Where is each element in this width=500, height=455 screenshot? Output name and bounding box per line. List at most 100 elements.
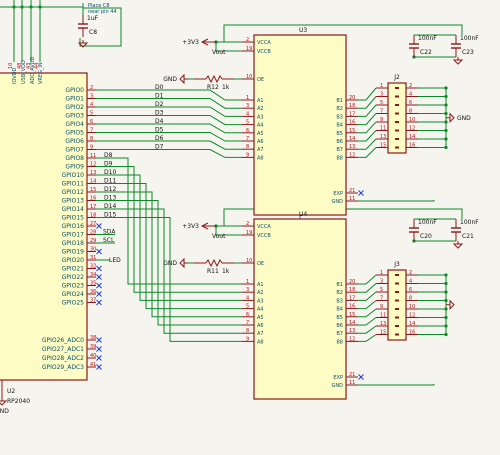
net-label: D5 <box>155 127 164 134</box>
gpio-pin-label: GPIO0 <box>65 87 84 94</box>
pin-number: 12 <box>90 162 96 168</box>
resistor <box>205 258 223 268</box>
pin-number: 1 <box>380 270 383 276</box>
junction-dot <box>444 273 448 277</box>
gnd-label: GND <box>163 260 177 267</box>
adc-pin-label: GPIO29_ADC3 <box>42 364 84 371</box>
power-label: +3V3 <box>182 223 199 230</box>
pin-number: 2 <box>409 270 412 276</box>
pin-number: 16 <box>409 143 415 149</box>
pin-number: 10 <box>246 74 252 80</box>
connector-pin <box>395 316 399 319</box>
pin-number: 15 <box>380 143 386 149</box>
pin-number: 31 <box>90 255 96 261</box>
connector-body <box>387 82 407 154</box>
wire <box>96 191 242 318</box>
pin-name: A1 <box>257 282 264 288</box>
pin-number: 3 <box>246 103 249 109</box>
gpio-pin-label: GPIO22 <box>62 274 85 281</box>
pin-number: 13 <box>349 328 355 334</box>
gpio-pin-label: GPIO9 <box>65 164 84 171</box>
junction-dot <box>444 281 448 286</box>
wire <box>358 334 377 342</box>
gpio-pin-label: GPIO7 <box>65 147 84 154</box>
pin-number: 5 <box>380 100 383 106</box>
gpio-pin-label: GPIO13 <box>62 198 85 205</box>
level-shifter-ref: U3 <box>299 27 307 34</box>
pin-name: GND <box>332 383 344 389</box>
pin-number: 14 <box>349 136 355 142</box>
pin-name: GND <box>332 199 344 205</box>
capacitor-ref: C8 <box>89 29 97 36</box>
pin-name: A5 <box>257 315 264 321</box>
connector-pin <box>395 138 399 140</box>
pin-number: 2 <box>409 83 412 89</box>
junction-dot <box>444 111 448 116</box>
pin-number: 7 <box>246 136 249 142</box>
gpio-pin-label: GPIO11 <box>62 181 85 188</box>
pin-name: OE <box>257 261 264 267</box>
pin-name: B1 <box>336 282 343 288</box>
pin-number: 5 <box>90 111 93 117</box>
pin-name: A3 <box>257 298 264 304</box>
gpio-pin-label: GPIO19 <box>62 249 85 256</box>
pin-number: 7 <box>246 320 249 326</box>
gpio-pin-label: GPIO10 <box>62 172 85 179</box>
net-label: D0 <box>155 84 164 91</box>
pin-number: 14 <box>409 134 415 140</box>
net-label: D10 <box>104 169 116 176</box>
wire <box>96 106 242 117</box>
pin-number: 6 <box>246 128 249 134</box>
connector-pin <box>395 95 399 98</box>
pin-number: 21 <box>349 188 355 194</box>
wire <box>96 149 242 158</box>
pin-number: 13 <box>349 144 355 150</box>
resistor-ref: R11 <box>207 268 219 275</box>
pin-name: A6 <box>257 323 264 329</box>
pin-name: B1 <box>336 98 343 104</box>
capacitor-value: 1uF <box>87 15 99 22</box>
pin-name: B2 <box>336 106 343 112</box>
pin-name: VCCB <box>257 49 271 55</box>
gpio-pin-label: GPIO2 <box>65 104 84 111</box>
adc-pin-label: GPIO28_ADC2 <box>42 355 84 362</box>
pin-number: 11 <box>349 380 355 386</box>
wire <box>96 166 242 293</box>
wire <box>358 200 435 202</box>
pin-number: 36 <box>90 289 96 295</box>
gpio-pin-label: GPIO23 <box>62 283 85 290</box>
junction-dot <box>444 94 448 99</box>
junction-dot <box>444 145 448 150</box>
pin-number: 10 <box>409 304 415 310</box>
pin-name: A4 <box>257 123 264 129</box>
wire <box>96 123 242 134</box>
connector-pin <box>395 87 399 89</box>
wire <box>96 208 242 334</box>
pin-number: 10 <box>246 258 252 264</box>
capacitor-ref: C21 <box>462 233 474 240</box>
pin-number: 15 <box>349 128 355 134</box>
pin-number: 20 <box>349 95 355 101</box>
vout-label: Vout <box>212 49 226 56</box>
gnd-symbol <box>0 400 8 406</box>
connector-pin <box>395 291 399 293</box>
pin-number: 1 <box>380 83 383 89</box>
pin-number: 29 <box>90 238 96 244</box>
net-label: LED <box>109 257 121 264</box>
pin-number: 8 <box>409 109 412 115</box>
pin-number: 17 <box>349 111 355 117</box>
junction-dot <box>444 307 448 311</box>
net-label: D8 <box>104 152 113 159</box>
net-label: D15 <box>104 212 116 219</box>
pin-number: 39 <box>90 344 96 350</box>
connector-body <box>387 269 407 341</box>
connector-pin <box>395 282 399 285</box>
pin-number: 27 <box>90 221 96 227</box>
pin-number: 30 <box>90 247 96 253</box>
pin-name: A6 <box>257 139 264 145</box>
pin-name: ADC_AVDD <box>30 56 36 84</box>
pin-number: 1 <box>246 279 249 285</box>
wire <box>358 300 377 310</box>
connector-pin <box>395 325 399 327</box>
pin-name: VCCB <box>257 233 271 239</box>
